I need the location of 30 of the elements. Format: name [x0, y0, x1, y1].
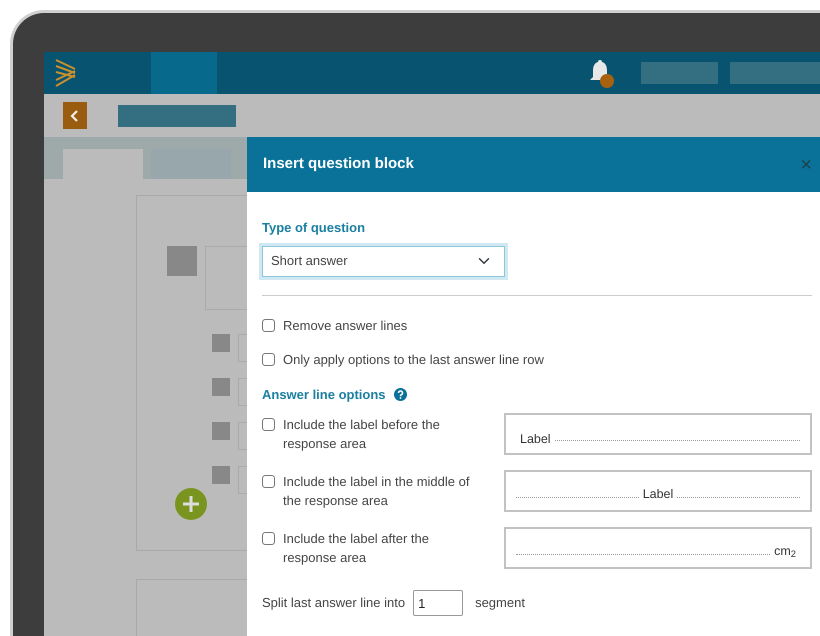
bell-icon[interactable]	[588, 58, 614, 88]
back-button[interactable]	[63, 102, 87, 129]
row-marker	[212, 378, 230, 396]
help-icon[interactable]	[394, 388, 407, 401]
answer-line-preview: Label	[504, 470, 812, 512]
chevron-left-icon	[70, 110, 80, 122]
checkbox[interactable]	[262, 475, 275, 488]
option-label: Remove answer lines	[283, 316, 408, 334]
section-heading: Answer line options	[262, 386, 386, 404]
option-label: Include the label after the response area	[283, 530, 430, 567]
dialog-title: Insert question block	[263, 154, 414, 174]
option-label: Include the label in the middle of the response area	[283, 473, 470, 510]
segment-count-field[interactable]: 1	[413, 590, 464, 616]
checkbox[interactable]	[262, 352, 275, 366]
answer-line-preview: Label	[504, 413, 812, 455]
logo-icon	[55, 58, 77, 88]
image-placeholder	[167, 246, 197, 276]
checkbox[interactable]	[262, 532, 275, 545]
row-marker	[212, 422, 230, 440]
answer-line-preview: cm$_{2}$	[504, 527, 812, 569]
section-heading: Type of question	[262, 219, 366, 237]
row-marker	[212, 334, 230, 352]
option-label: Include the label before the response area	[283, 416, 441, 453]
row-marker	[212, 466, 230, 484]
split-label: Split last answer line into	[262, 594, 406, 612]
segment-label: segment	[475, 594, 525, 612]
checkbox[interactable]	[262, 318, 275, 332]
add-icon[interactable]	[175, 488, 207, 520]
option-label: Only apply options to the last answer line row	[283, 350, 544, 368]
checkbox[interactable]	[262, 418, 275, 431]
